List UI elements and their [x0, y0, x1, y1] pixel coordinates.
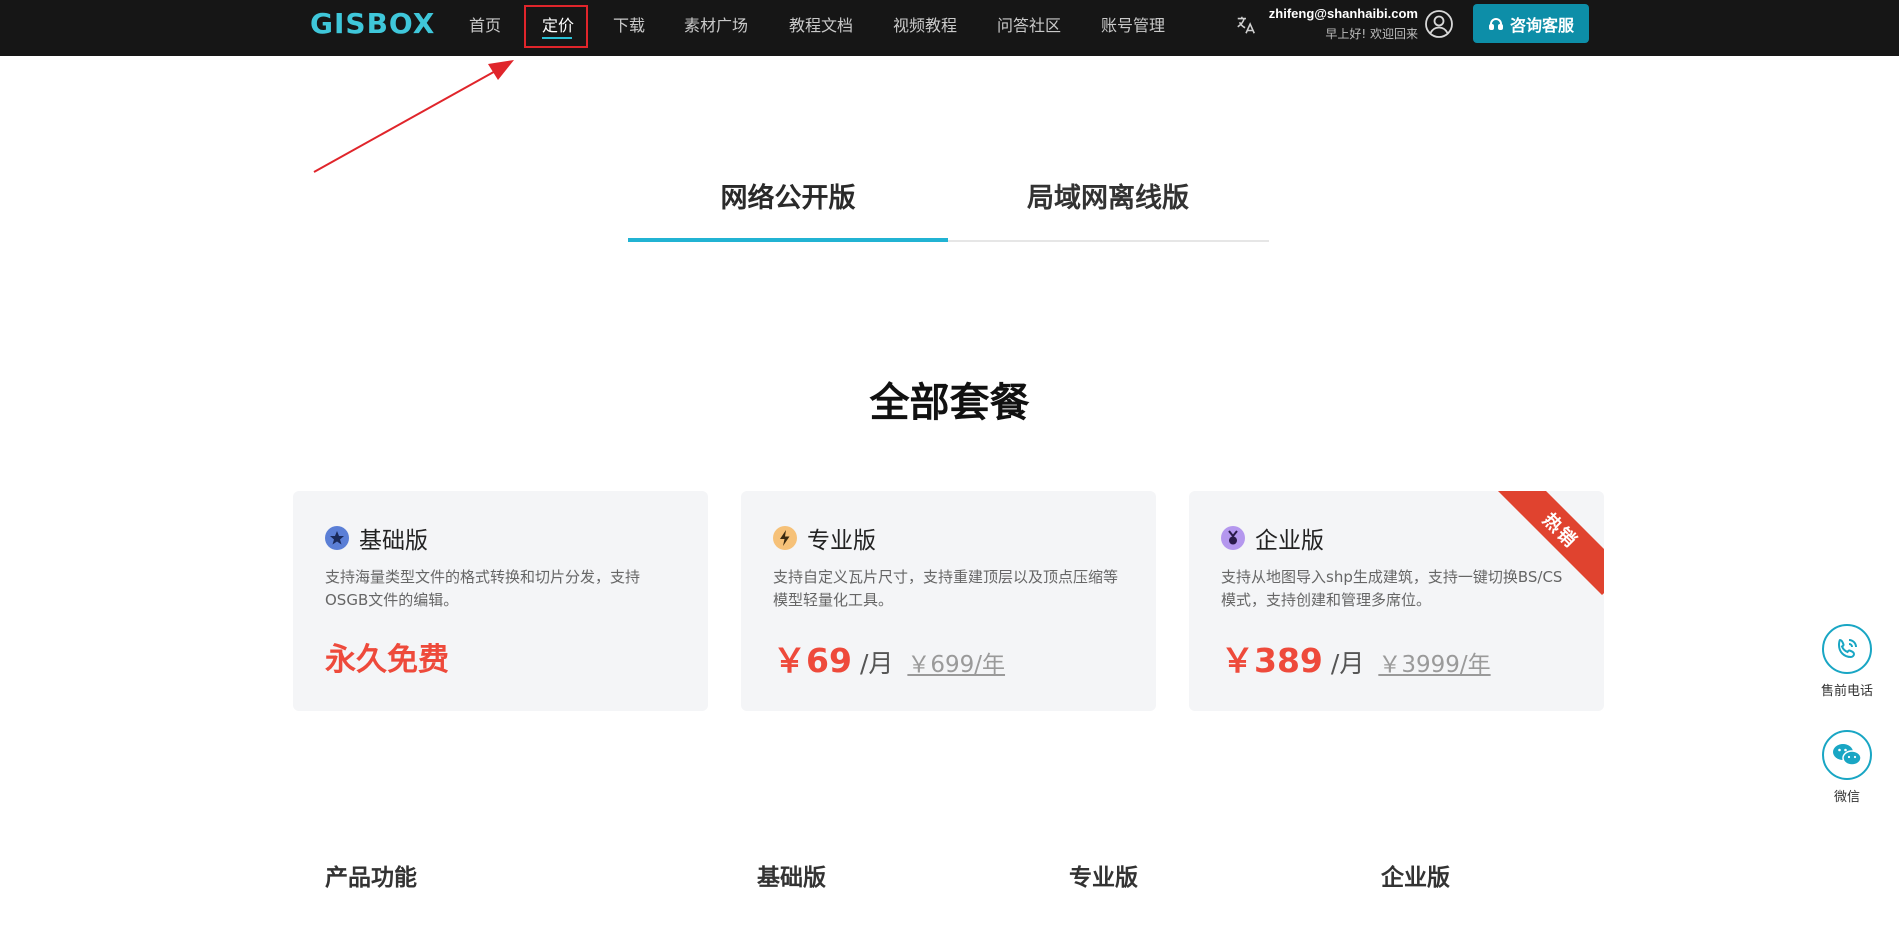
phone-icon	[1837, 638, 1857, 659]
consult-service-label: 咨询客服	[1509, 15, 1574, 35]
plan-price-original: ￥699/年	[907, 652, 1006, 678]
translate-icon[interactable]	[1235, 14, 1257, 36]
wechat-circle	[1822, 730, 1872, 780]
consult-service-button[interactable]: 咨询客服	[1473, 4, 1589, 43]
plan-price-period: /月	[1330, 649, 1365, 678]
compare-header-basic: 基础版	[757, 865, 826, 891]
compare-header-enterprise: 企业版	[1381, 865, 1450, 891]
section-title: 全部套餐	[869, 380, 1030, 426]
nav-item-download[interactable]: 下载	[613, 12, 645, 36]
nav-item-community[interactable]: 问答社区	[997, 12, 1061, 36]
wechat-label: 微信	[1833, 790, 1860, 805]
medal-icon	[1221, 526, 1245, 550]
nav-item-videos[interactable]: 视频教程	[893, 12, 957, 36]
plan-title: 专业版	[807, 528, 876, 554]
annotation-highlight-box	[524, 5, 588, 48]
plan-card-basic[interactable]: 基础版 支持海量类型文件的格式转换和切片分发，支持OSGB文件的编辑。 永久免费	[293, 491, 708, 711]
nav-item-docs[interactable]: 教程文档	[789, 12, 853, 36]
nav-item-materials[interactable]: 素材广场	[684, 12, 748, 36]
plan-desc: 支持自定义瓦片尺寸，支持重建顶层以及顶点压缩等模型轻量化工具。	[773, 568, 1119, 609]
annotation-arrow-icon	[313, 60, 514, 173]
presale-phone-button[interactable]: 售前电话	[1812, 624, 1882, 699]
plan-card-header: 基础版	[325, 521, 428, 555]
star-icon	[325, 526, 349, 550]
wechat-icon	[1833, 744, 1862, 766]
user-greeting: 早上好! 欢迎回来	[1325, 27, 1418, 41]
compare-header-features: 产品功能	[325, 865, 417, 891]
lightning-icon	[773, 526, 797, 550]
plan-price-free: 永久免费	[325, 642, 449, 678]
edition-tabs: 网络公开版 局域网离线版	[628, 160, 1269, 242]
plan-price-amount: ￥389	[1221, 641, 1323, 680]
user-email: zhifeng@shanhaibi.com	[1268, 6, 1418, 21]
plan-title: 企业版	[1255, 528, 1324, 554]
plan-price: ￥69 /月 ￥699/年	[773, 634, 1005, 682]
plan-price: ￥389 /月 ￥3999/年	[1221, 634, 1491, 682]
tab-lan-offline[interactable]: 局域网离线版	[948, 176, 1268, 215]
wechat-button[interactable]: 微信	[1812, 730, 1882, 805]
plan-title: 基础版	[359, 528, 428, 554]
avatar-icon[interactable]	[1424, 9, 1454, 39]
headset-icon	[1488, 17, 1503, 30]
compare-header-pro: 专业版	[1069, 865, 1138, 891]
plan-price-period: /月	[859, 649, 894, 678]
plan-card-header: 专业版	[773, 521, 876, 555]
plan-card-header: 企业版	[1221, 521, 1324, 555]
phone-circle	[1822, 624, 1872, 674]
plan-card-pro[interactable]: 专业版 支持自定义瓦片尺寸，支持重建顶层以及顶点压缩等模型轻量化工具。 ￥69 …	[741, 491, 1156, 711]
tab-active-indicator	[628, 238, 948, 242]
plan-desc: 支持海量类型文件的格式转换和切片分发，支持OSGB文件的编辑。	[325, 568, 641, 609]
gisbox-logo[interactable]: GISBOX	[310, 8, 435, 40]
presale-phone-label: 售前电话	[1820, 684, 1873, 699]
plan-price-amount: ￥69	[773, 641, 852, 680]
top-navbar: GISBOX 首页 定价 下载 素材广场 教程文档 视频教程 问答社区 账号管理…	[0, 0, 1899, 56]
tab-online-public[interactable]: 网络公开版	[628, 176, 948, 215]
nav-item-home[interactable]: 首页	[469, 12, 501, 36]
plan-price-original: ￥3999/年	[1378, 652, 1491, 678]
nav-item-account[interactable]: 账号管理	[1101, 12, 1165, 36]
plan-card-enterprise[interactable]: 企业版 支持从地图导入shp生成建筑，支持一键切换BS/CS模式，支持创建和管理…	[1189, 491, 1604, 711]
plan-desc: 支持从地图导入shp生成建筑，支持一键切换BS/CS模式，支持创建和管理多席位。	[1221, 568, 1563, 609]
